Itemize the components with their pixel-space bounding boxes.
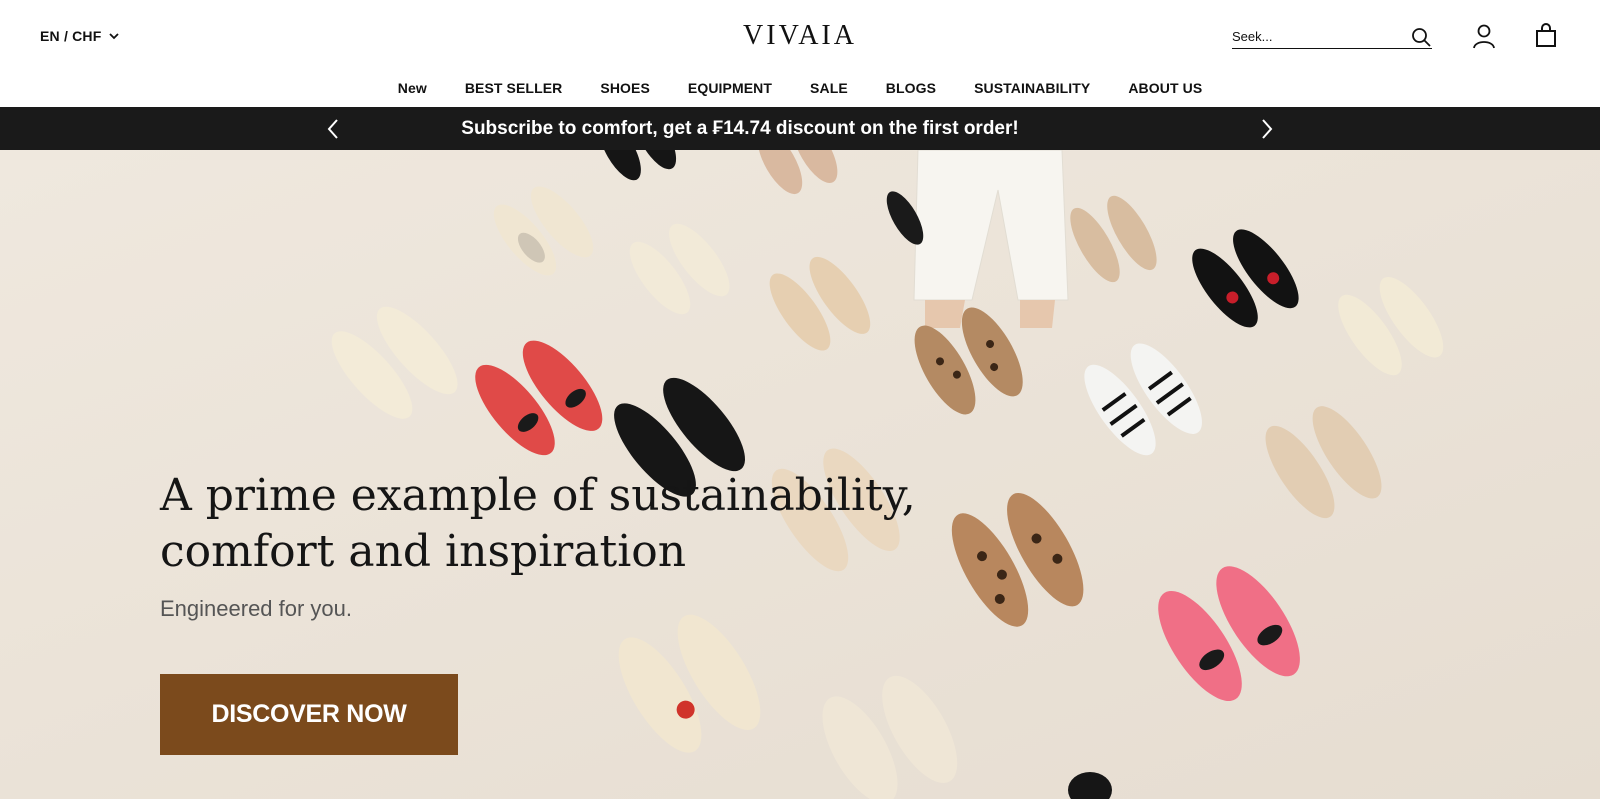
hero-subheadline: Engineered for you. — [160, 596, 353, 621]
nav-item-best-seller[interactable]: BEST SELLER — [465, 80, 563, 96]
nav-item-sale[interactable]: SALE — [810, 80, 848, 96]
search-box — [1232, 25, 1432, 49]
nav-item-shoes[interactable]: SHOES — [600, 80, 650, 96]
nav-item-equipment[interactable]: EQUIPMENT — [688, 80, 772, 96]
nav-item-new[interactable]: New — [398, 80, 427, 96]
nav-item-sustainability[interactable]: SUSTAINABILITY — [974, 80, 1090, 96]
hero-headline: A prime example of sustainability, comfo… — [160, 470, 916, 577]
cart-icon[interactable] — [1532, 22, 1560, 50]
chevron-right-icon[interactable] — [1254, 117, 1278, 141]
main-nav: New BEST SELLER SHOES EQUIPMENT SALE BLO… — [0, 80, 1600, 96]
nav-item-blogs[interactable]: BLOGS — [886, 80, 936, 96]
hero-banner: A prime example of sustainability, comfo… — [0, 150, 1600, 799]
search-input[interactable] — [1232, 29, 1392, 44]
announcement-bar: Subscribe to comfort, get a ₣14.74 disco… — [0, 107, 1600, 150]
shoe-pair — [599, 150, 677, 181]
site-header: EN / CHF VIVAIA New BEST SELLER SHOES EQ… — [0, 0, 1600, 107]
discover-now-button[interactable]: DISCOVER NOW — [160, 674, 458, 755]
account-icon[interactable] — [1470, 22, 1498, 50]
nav-item-about-us[interactable]: ABOUT US — [1128, 80, 1202, 96]
search-icon[interactable] — [1410, 26, 1432, 48]
